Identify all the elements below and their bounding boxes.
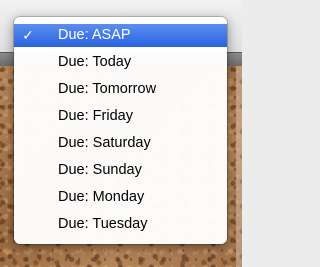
menu-item-due-today[interactable]: Due: Today xyxy=(14,51,227,74)
due-date-popup-menu: ✓ Due: ASAP Due: Today Due: Tomorrow Due… xyxy=(14,17,227,244)
menu-item-label: Due: Today xyxy=(58,54,132,70)
window-edge xyxy=(236,66,242,267)
menu-item-label: Due: Sunday xyxy=(58,162,142,178)
menu-item-due-asap[interactable]: ✓ Due: ASAP xyxy=(14,24,227,47)
menu-item-due-saturday[interactable]: Due: Saturday xyxy=(14,132,227,155)
menu-item-label: Due: Saturday xyxy=(58,135,151,151)
menu-item-due-friday[interactable]: Due: Friday xyxy=(14,105,227,128)
checkmark-icon: ✓ xyxy=(22,27,34,43)
menu-item-label: Due: Tomorrow xyxy=(58,81,157,97)
menu-item-label: Due: ASAP xyxy=(58,27,131,43)
menu-item-label: Due: Tuesday xyxy=(58,216,148,232)
menu-item-due-tuesday[interactable]: Due: Tuesday xyxy=(14,213,227,236)
menu-item-label: Due: Monday xyxy=(58,189,145,205)
menu-item-due-tomorrow[interactable]: Due: Tomorrow xyxy=(14,78,227,101)
menu-item-due-monday[interactable]: Due: Monday xyxy=(14,186,227,209)
menu-item-due-sunday[interactable]: Due: Sunday xyxy=(14,159,227,182)
menu-item-label: Due: Friday xyxy=(58,108,133,124)
